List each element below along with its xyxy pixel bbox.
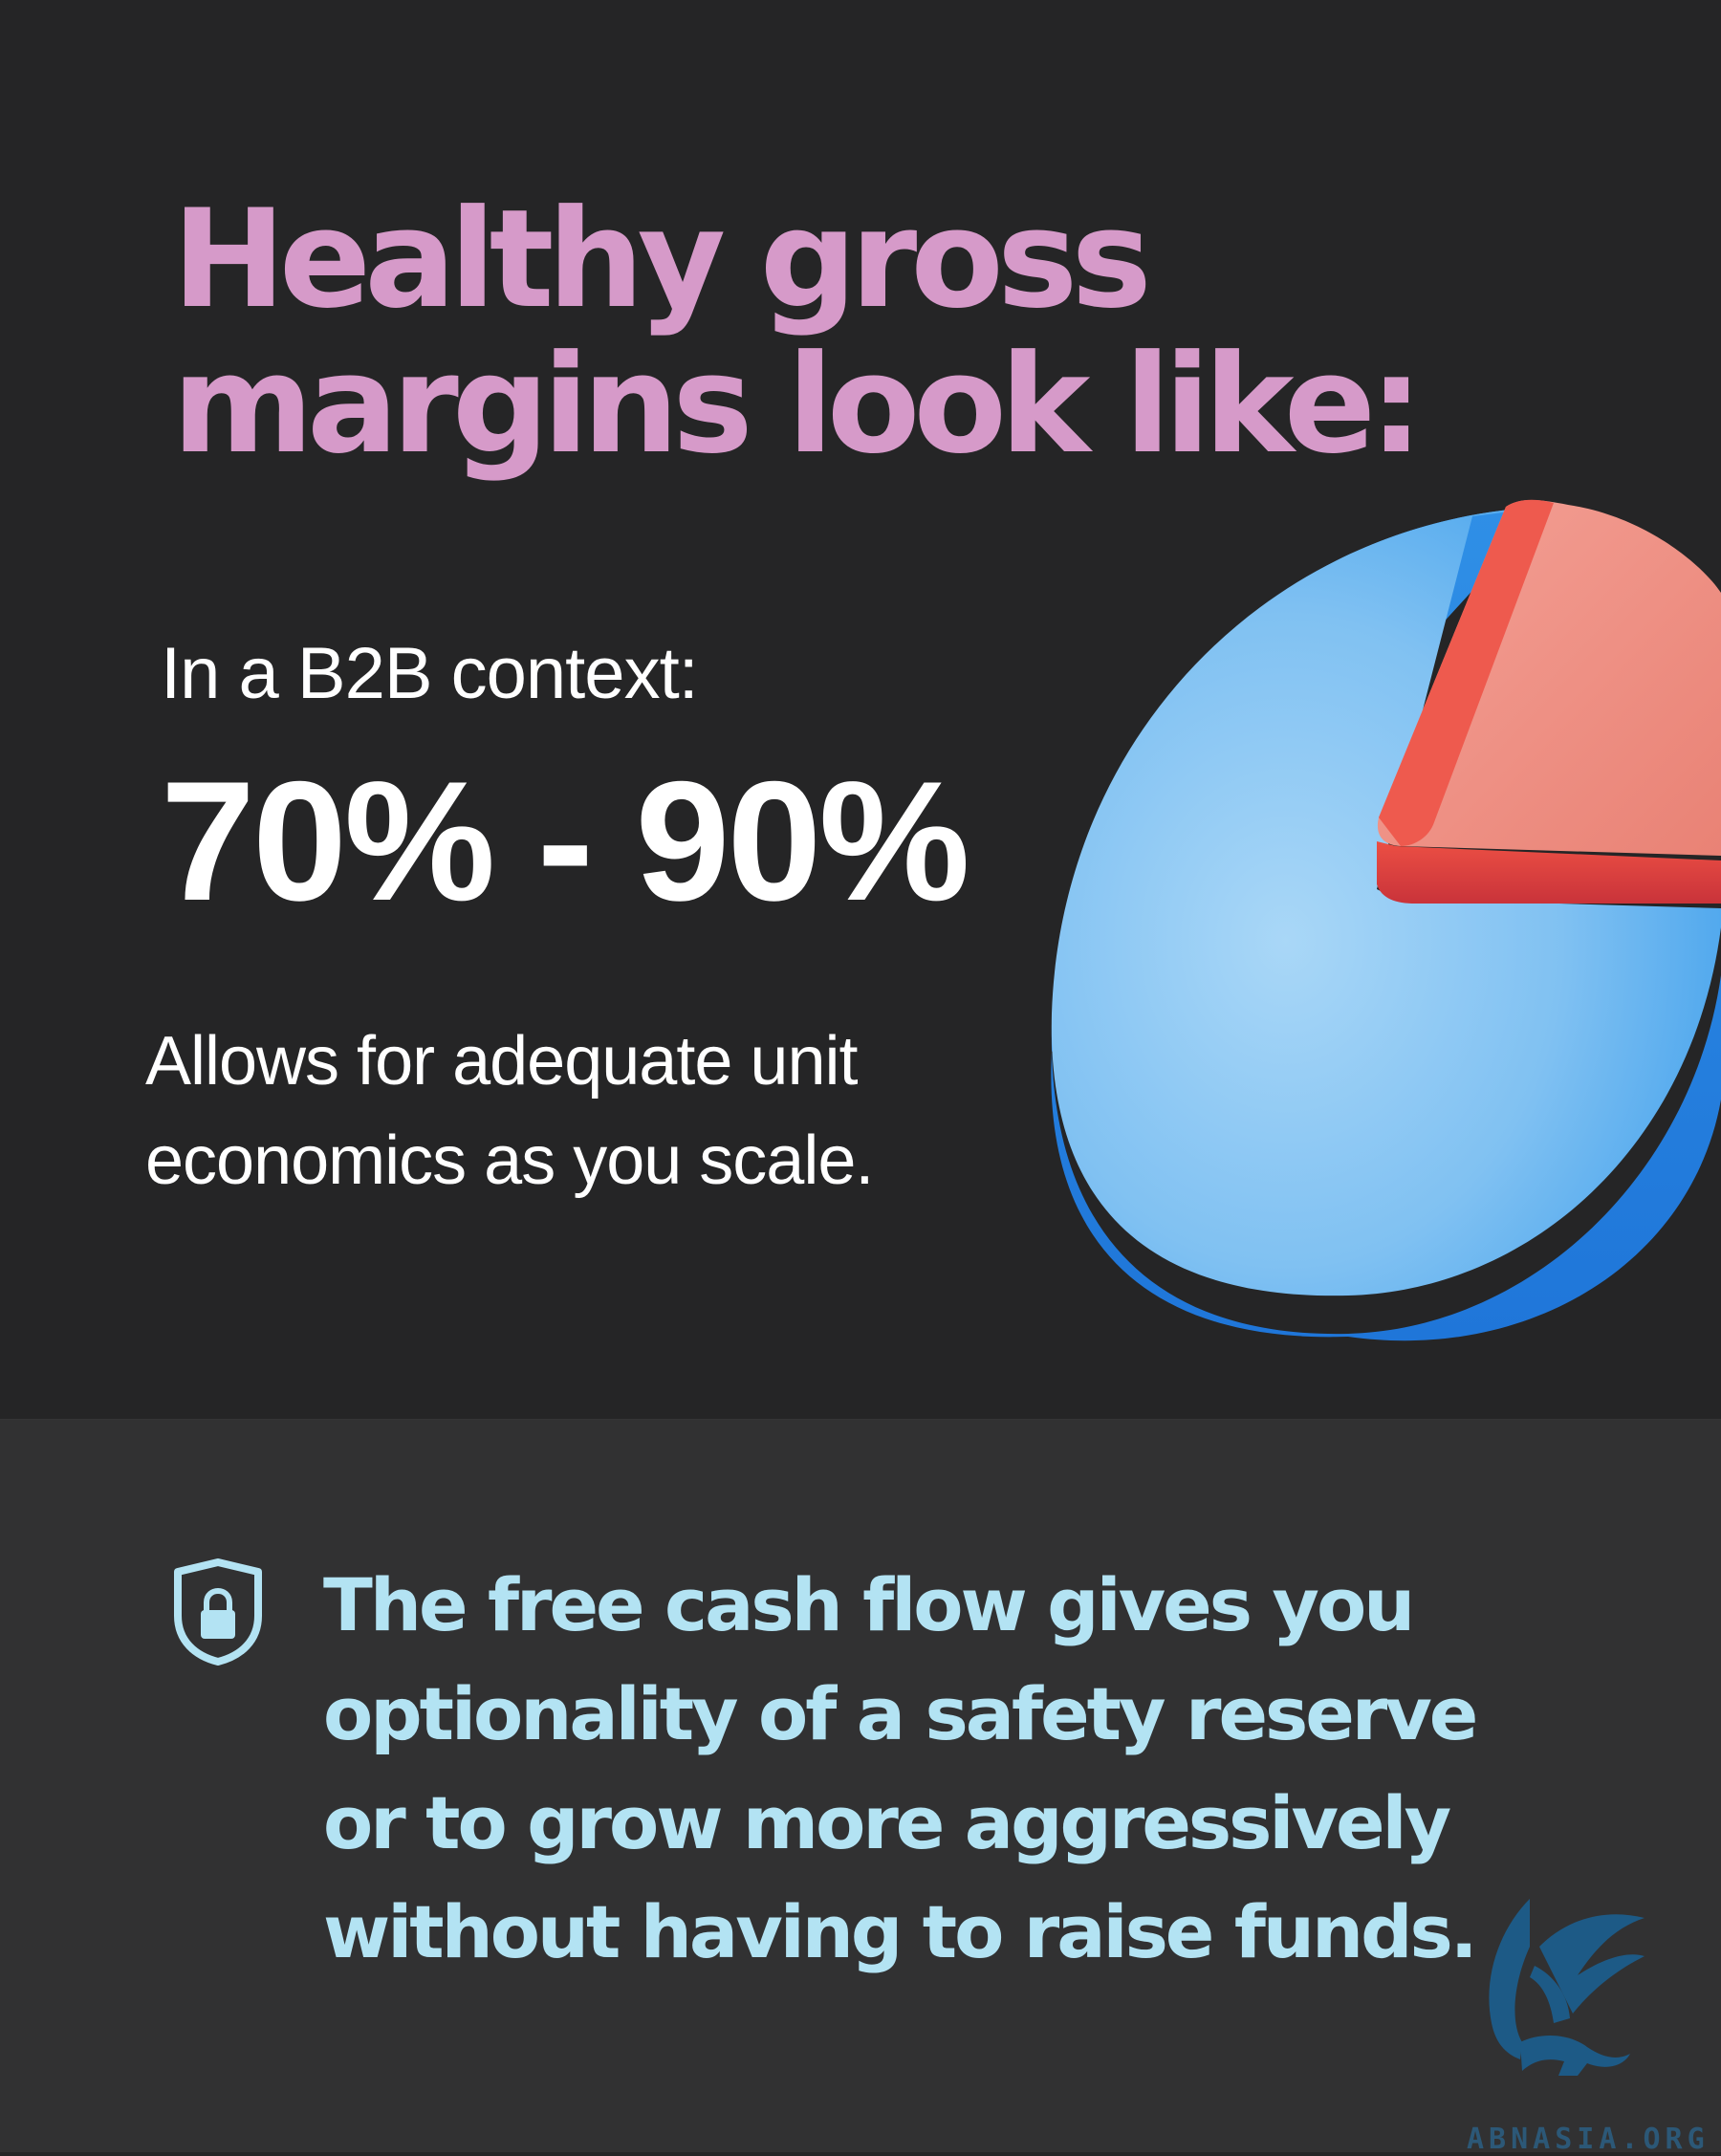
headline-line-1: Healthy gross: [172, 181, 1152, 338]
hero-section: Healthy gross margins look like: In a B2…: [0, 0, 1721, 1419]
headline-line-2: margins look like:: [172, 326, 1424, 484]
description-line-2: economics as you scale.: [145, 1122, 874, 1199]
callout-text: The free cash flow gives you optionality…: [323, 1551, 1566, 1987]
griffin-logo-icon: [1489, 1899, 1645, 2076]
context-label: In a B2B context:: [161, 633, 699, 714]
headline: Healthy gross margins look like:: [172, 187, 1424, 478]
description: Allows for adequate unit economics as yo…: [145, 1012, 987, 1210]
shield-lock-icon: [174, 1558, 262, 1666]
description-line-1: Allows for adequate unit: [145, 1023, 858, 1100]
callout-line-3: or to grow more aggressively: [323, 1780, 1451, 1865]
callout-line-2: optionality of a safety reserve: [323, 1671, 1478, 1756]
watermark-text: ABNASIA.ORG: [1467, 2123, 1710, 2156]
pie-chart-icon: [1051, 499, 1721, 1341]
callout-line-4: without having to raise funds.: [323, 1889, 1478, 1974]
callout-line-1: The free cash flow gives you: [323, 1562, 1415, 1647]
margin-range: 70% - 90%: [161, 746, 970, 936]
